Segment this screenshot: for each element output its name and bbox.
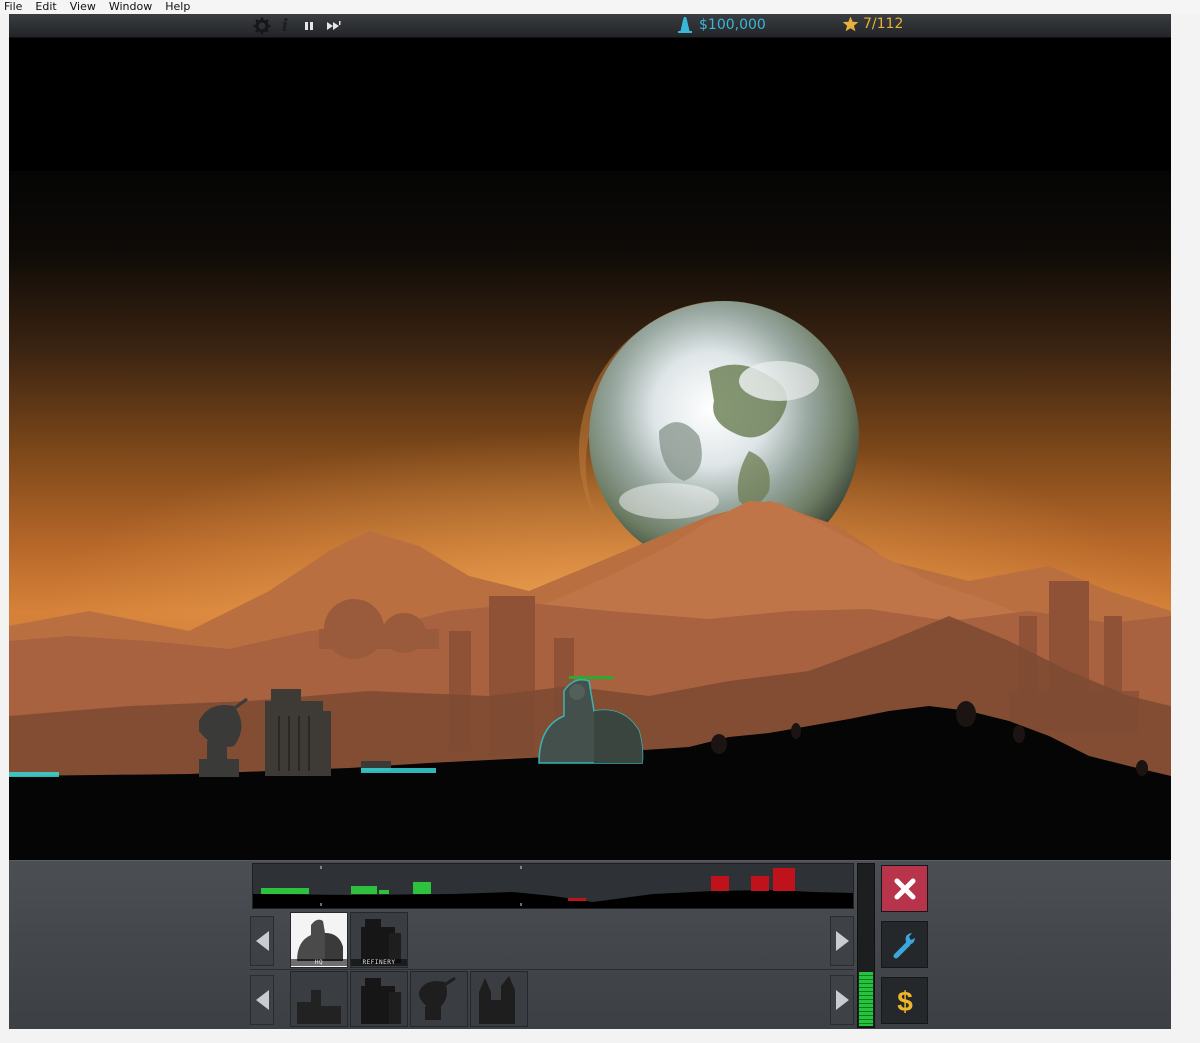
build-row-1: HQ REFINERY <box>250 912 854 970</box>
info-icon[interactable]: i <box>275 16 295 36</box>
svg-text:$: $ <box>897 986 913 1017</box>
settings-icon[interactable] <box>252 16 272 36</box>
row2-scroll-left-button[interactable] <box>250 975 274 1025</box>
refinery-building[interactable] <box>265 689 331 776</box>
command-panel: HQ REFINERY $ <box>9 860 1171 1029</box>
build-slot-refinery[interactable]: REFINERY <box>350 912 408 968</box>
money-value: $100,000 <box>699 17 766 33</box>
battlefield[interactable] <box>9 171 1171 861</box>
close-icon <box>894 878 915 899</box>
menu-bar: File Edit View Window Help <box>0 0 1200 14</box>
build-slot-hq-2[interactable] <box>290 971 348 1027</box>
tower-icon <box>678 17 692 33</box>
menu-file[interactable]: File <box>0 0 30 14</box>
build-slot-label: HQ <box>291 959 347 966</box>
turret-building-icon <box>479 976 515 1024</box>
menu-window[interactable]: Window <box>104 0 160 14</box>
build-row-2 <box>250 971 854 1029</box>
battlefield-scene <box>9 301 1171 861</box>
build-slot-hq[interactable]: HQ <box>290 912 348 968</box>
menu-view[interactable]: View <box>65 0 104 14</box>
radar-dish-icon <box>419 976 456 1020</box>
game-viewport[interactable]: i $100,000 7/112 HQ REFINERY $ <box>9 14 1171 1029</box>
build-slot-radar[interactable] <box>410 971 468 1027</box>
money-display: $100,000 <box>677 16 766 34</box>
hq-health-bar <box>569 676 614 679</box>
chevron-right-icon <box>835 931 849 951</box>
minimap[interactable] <box>252 863 854 909</box>
wrench-icon <box>893 932 915 958</box>
stars-display: 7/112 <box>842 16 903 32</box>
repair-button[interactable] <box>881 921 928 968</box>
stars-value: 7/112 <box>863 16 904 32</box>
chevron-right-icon <box>835 990 849 1010</box>
row1-scroll-right-button[interactable] <box>830 916 854 966</box>
build-slot-label: REFINERY <box>351 959 407 966</box>
pause-icon[interactable] <box>299 16 319 36</box>
row2-scroll-right-button[interactable] <box>830 975 854 1025</box>
menu-edit[interactable]: Edit <box>30 0 64 14</box>
chevron-left-icon <box>255 990 269 1010</box>
menu-help[interactable]: Help <box>160 0 198 14</box>
build-slot-refinery-2[interactable] <box>350 971 408 1027</box>
chevron-left-icon <box>255 931 269 951</box>
hq-building-icon <box>297 990 341 1024</box>
fast-forward-icon[interactable] <box>324 16 344 36</box>
minimap-friendly-units <box>261 882 431 894</box>
top-hud: i $100,000 7/112 <box>9 14 1171 38</box>
star-icon <box>842 16 859 32</box>
build-slot-turret[interactable] <box>470 971 528 1027</box>
refinery-building-icon <box>361 978 401 1024</box>
power-meter-fill <box>859 972 873 1026</box>
row1-scroll-left-button[interactable] <box>250 916 274 966</box>
cancel-button[interactable] <box>881 865 928 912</box>
power-meter <box>857 863 875 1028</box>
sell-button[interactable]: $ <box>881 977 928 1024</box>
dollar-icon: $ <box>897 986 913 1017</box>
